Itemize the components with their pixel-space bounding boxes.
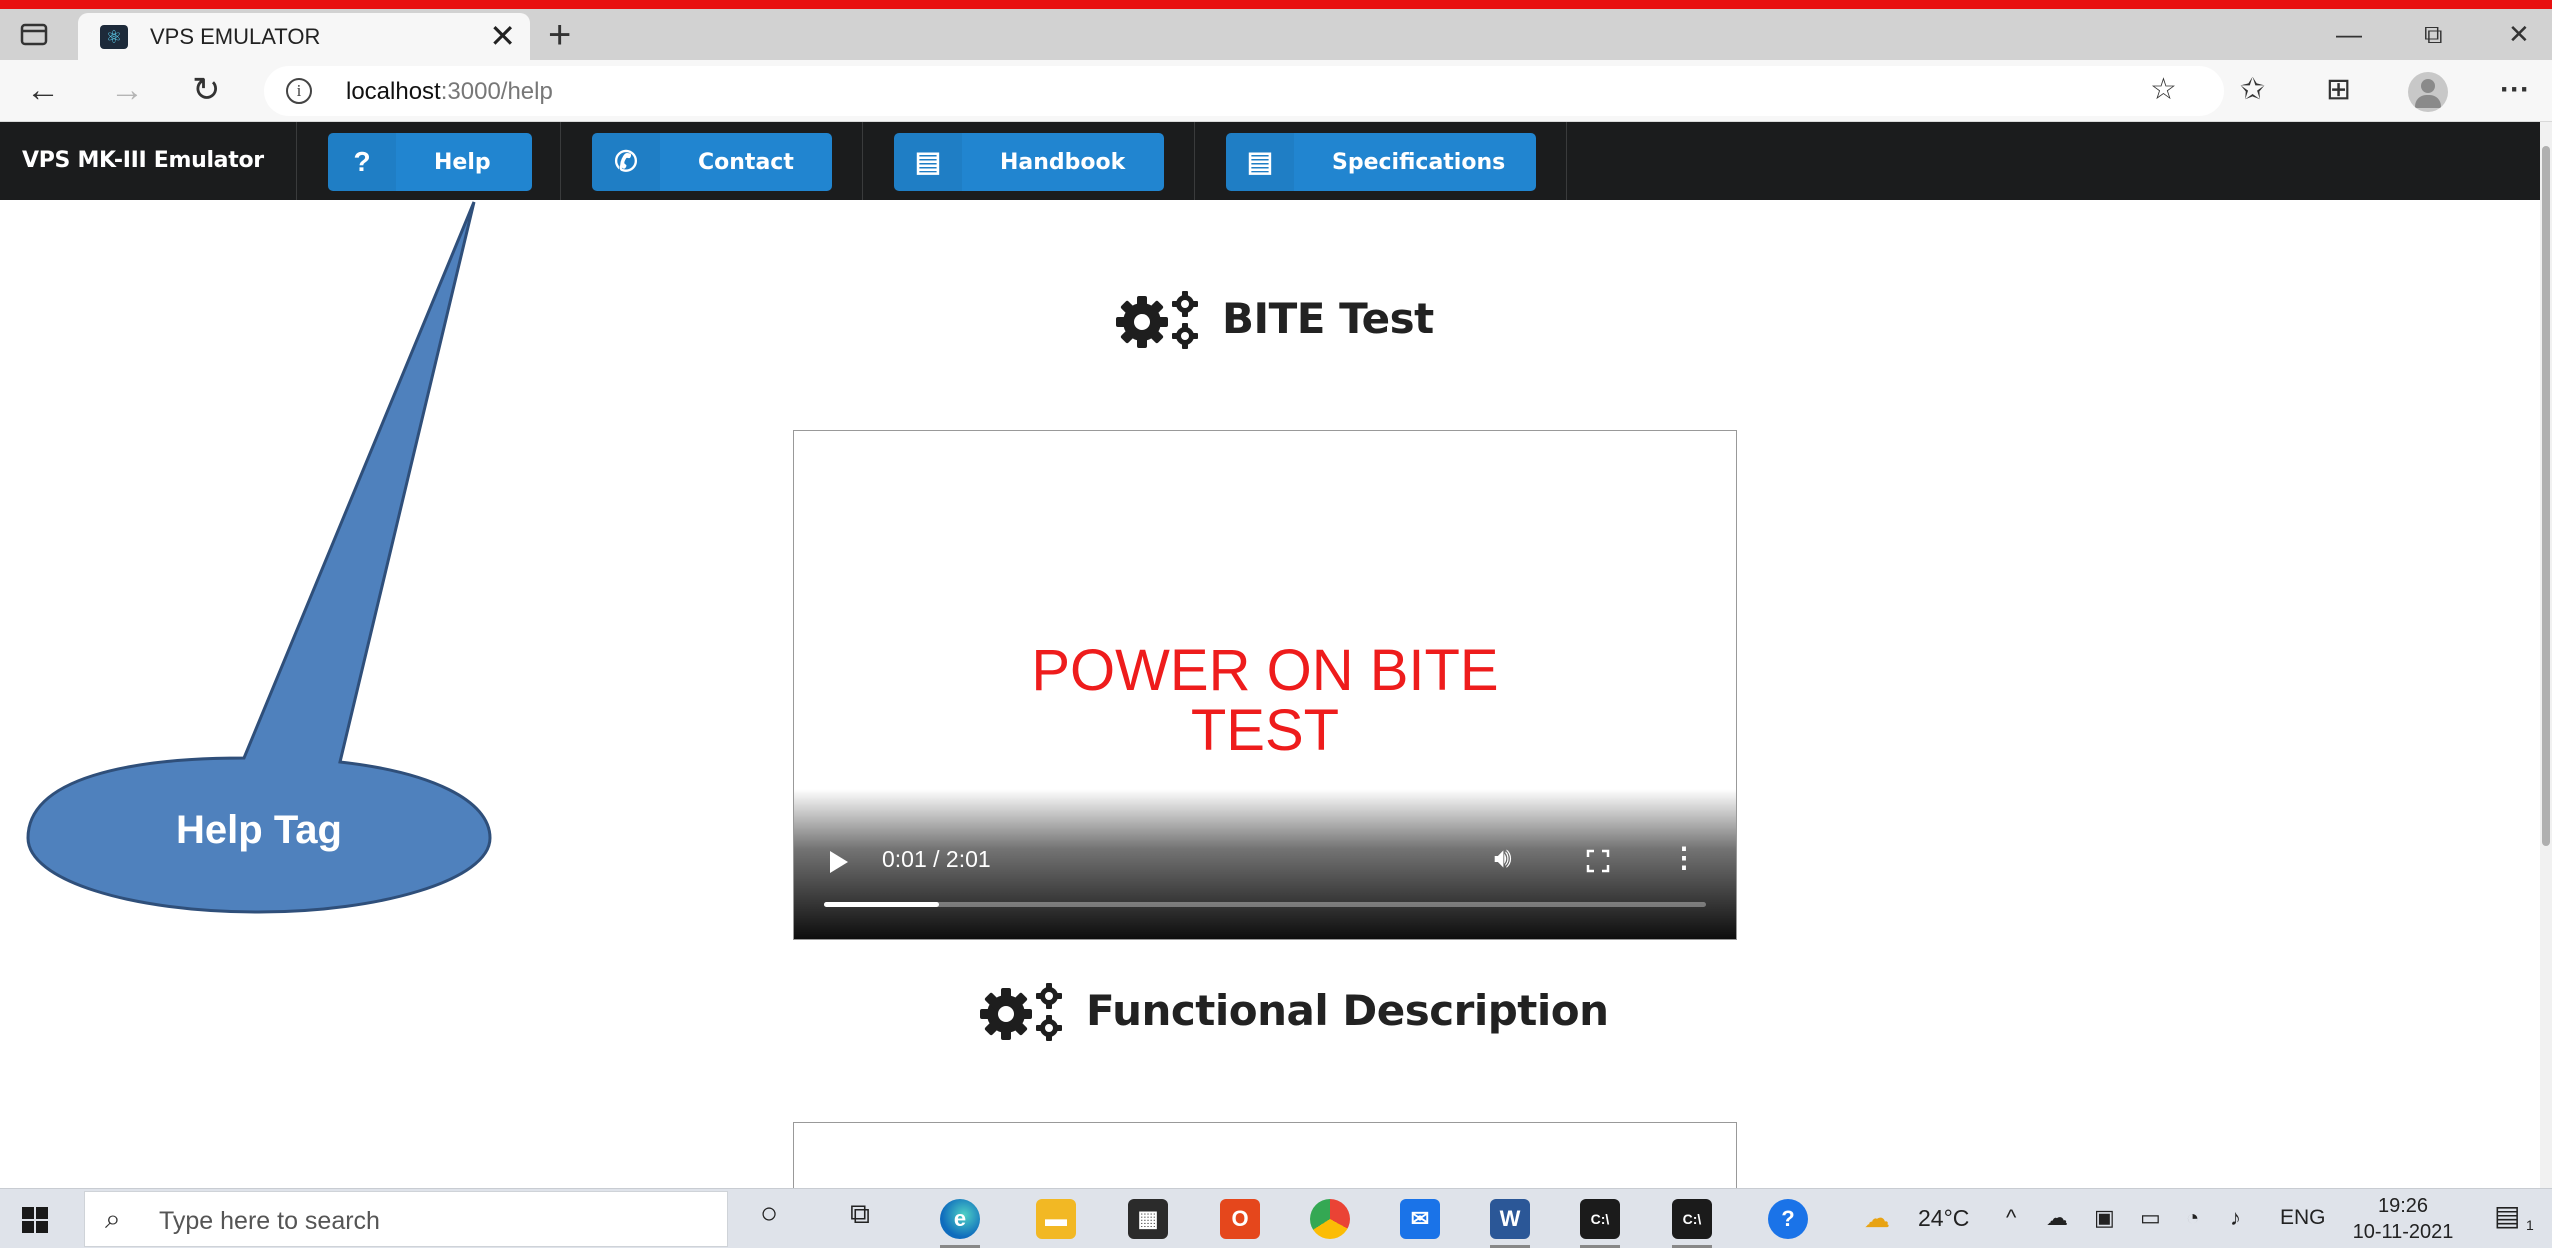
scrollbar-thumb[interactable] xyxy=(2542,146,2550,846)
nav-divider xyxy=(296,122,297,200)
tab-close-icon[interactable]: ✕ xyxy=(489,19,516,53)
chevron-up-icon[interactable]: ^ xyxy=(2006,1205,2016,1231)
collections-icon[interactable]: ⊞ xyxy=(2326,72,2351,108)
windows-start-icon[interactable] xyxy=(22,1207,48,1233)
video-player-2[interactable] xyxy=(793,1122,1737,1188)
volume-icon[interactable]: 🔊︎ xyxy=(1494,843,1512,873)
clock-date: 10-11-2021 xyxy=(2352,1221,2454,1243)
video-player[interactable]: POWER ON BITE TEST 0:01 / 2:01 🔊︎ ⋮ xyxy=(793,430,1737,940)
phone-icon: ✆ xyxy=(592,133,660,191)
new-tab-icon[interactable]: + xyxy=(548,15,571,55)
address-bar[interactable]: i localhost:3000/help xyxy=(264,66,2224,116)
site-info-icon[interactable]: i xyxy=(286,78,312,104)
nav-divider xyxy=(560,122,561,200)
search-icon: ⌕ xyxy=(105,1203,121,1234)
handbook-button[interactable]: ▤ Handbook xyxy=(894,133,1164,191)
edge-icon[interactable]: e xyxy=(940,1199,980,1239)
close-window-icon[interactable]: ✕ xyxy=(2508,19,2530,50)
chrome-icon[interactable] xyxy=(1310,1199,1350,1239)
section-heading-bite-test: BITE Test xyxy=(1222,294,1434,343)
help-button-label: Help xyxy=(434,150,491,175)
tab-strip: ⚛ VPS EMULATOR ✕ + — ⧉ ✕ xyxy=(0,9,2552,60)
nav-divider xyxy=(862,122,863,200)
refresh-icon[interactable]: ↻ xyxy=(192,70,221,110)
book-icon: ▤ xyxy=(1226,133,1294,191)
video-menu-icon[interactable]: ⋮ xyxy=(1670,843,1698,873)
store-icon[interactable]: ▦ xyxy=(1128,1199,1168,1239)
main-content: BITE Test POWER ON BITE TEST 0:01 / 2:01… xyxy=(0,200,2540,1188)
forward-icon[interactable]: → xyxy=(110,70,144,110)
help-button[interactable]: ? Help xyxy=(328,133,532,191)
tab-vps-emulator[interactable]: ⚛ VPS EMULATOR ✕ xyxy=(78,13,530,60)
help-tag-label: Help Tag xyxy=(176,808,342,852)
more-icon[interactable]: ··· xyxy=(2500,72,2530,108)
screen: { "browser": { "tab": { "title": "VPS EM… xyxy=(0,0,2552,1248)
video-progress-bar[interactable] xyxy=(824,902,1706,907)
video-frame-text: TEST xyxy=(1190,698,1340,763)
display-icon[interactable]: ▣ xyxy=(2094,1205,2115,1231)
specifications-button-label: Specifications xyxy=(1332,150,1506,175)
office-icon[interactable]: O xyxy=(1220,1199,1260,1239)
contact-button[interactable]: ✆ Contact xyxy=(592,133,832,191)
video-time: 0:01 / 2:01 xyxy=(882,846,991,872)
word-icon[interactable]: W xyxy=(1490,1199,1530,1239)
favorites-icon[interactable]: ✩ xyxy=(2240,72,2265,108)
contact-button-label: Contact xyxy=(698,150,794,175)
wifi-icon[interactable]: ◔ xyxy=(2186,1205,2199,1231)
cortana-icon[interactable]: ○ xyxy=(760,1199,778,1229)
back-icon[interactable]: ← xyxy=(26,70,60,110)
weather-icon[interactable]: ☁ xyxy=(1864,1205,1890,1231)
mail-icon[interactable]: ✉ xyxy=(1400,1199,1440,1239)
restore-icon[interactable]: ⧉ xyxy=(2424,19,2443,51)
app-navbar: VPS MK-III Emulator ? Help ✆ Contact ▤ H… xyxy=(0,122,2540,200)
url-path: :3000/help xyxy=(440,78,553,105)
page-scrollbar[interactable] xyxy=(2540,122,2552,1188)
address-bar-row: ← → ↻ i localhost:3000/help ☆ ✩ ⊞ ··· xyxy=(0,60,2552,122)
app-brand[interactable]: VPS MK-III Emulator xyxy=(22,148,264,173)
url-text: localhost:3000/help xyxy=(346,78,553,106)
terminal-icon[interactable]: C:\ xyxy=(1672,1199,1712,1239)
weather-temperature[interactable]: 24°C xyxy=(1918,1205,1969,1232)
onedrive-icon[interactable]: ☁ xyxy=(2046,1205,2068,1231)
fullscreen-icon[interactable] xyxy=(1586,849,1610,873)
taskbar-search-placeholder: Type here to search xyxy=(159,1207,380,1235)
question-icon: ? xyxy=(328,133,396,191)
nav-divider xyxy=(1194,122,1195,200)
specifications-button[interactable]: ▤ Specifications xyxy=(1226,133,1536,191)
battery-icon[interactable]: ▭ xyxy=(2140,1205,2161,1231)
book-icon: ▤ xyxy=(894,133,962,191)
url-host: localhost xyxy=(346,78,441,105)
minimize-icon[interactable]: — xyxy=(2336,19,2362,50)
notification-icon[interactable]: ▤ xyxy=(2494,1202,2520,1230)
play-icon[interactable] xyxy=(830,851,848,873)
section-heading-functional-description: Functional Description xyxy=(1086,986,1609,1035)
taskbar: ⌕ Type here to search ○ ⧉ e ▬ ▦ O ✉ W C:… xyxy=(0,1188,2552,1248)
handbook-button-label: Handbook xyxy=(1000,150,1126,175)
profile-icon[interactable] xyxy=(2408,72,2448,112)
task-view-icon[interactable]: ⧉ xyxy=(850,1200,870,1228)
react-logo-icon: ⚛ xyxy=(100,25,128,49)
help-app-icon[interactable]: ? xyxy=(1768,1199,1808,1239)
clock-time: 19:26 xyxy=(2377,1195,2429,1217)
taskbar-search-box[interactable]: ⌕ Type here to search xyxy=(84,1191,728,1247)
volume-icon[interactable]: ♪ xyxy=(2230,1205,2241,1231)
nav-divider xyxy=(1566,122,1567,200)
cogs-icon xyxy=(1116,291,1198,349)
file-explorer-icon[interactable]: ▬ xyxy=(1036,1199,1076,1239)
clock[interactable]: 19:26 10-11-2021 xyxy=(2348,1193,2458,1245)
cogs-icon xyxy=(980,983,1062,1041)
language-indicator[interactable]: ENG xyxy=(2280,1206,2326,1230)
window-accent-strip xyxy=(0,0,2552,9)
tab-actions-icon[interactable] xyxy=(20,23,50,47)
video-frame-text: POWER ON BITE xyxy=(1031,638,1499,703)
video-progress-fill xyxy=(824,902,939,907)
terminal-icon[interactable]: C:\ xyxy=(1580,1199,1620,1239)
tab-title: VPS EMULATOR xyxy=(150,24,321,49)
notification-count: 1 xyxy=(2526,1217,2534,1233)
add-favorite-icon[interactable]: ☆ xyxy=(2150,72,2177,108)
